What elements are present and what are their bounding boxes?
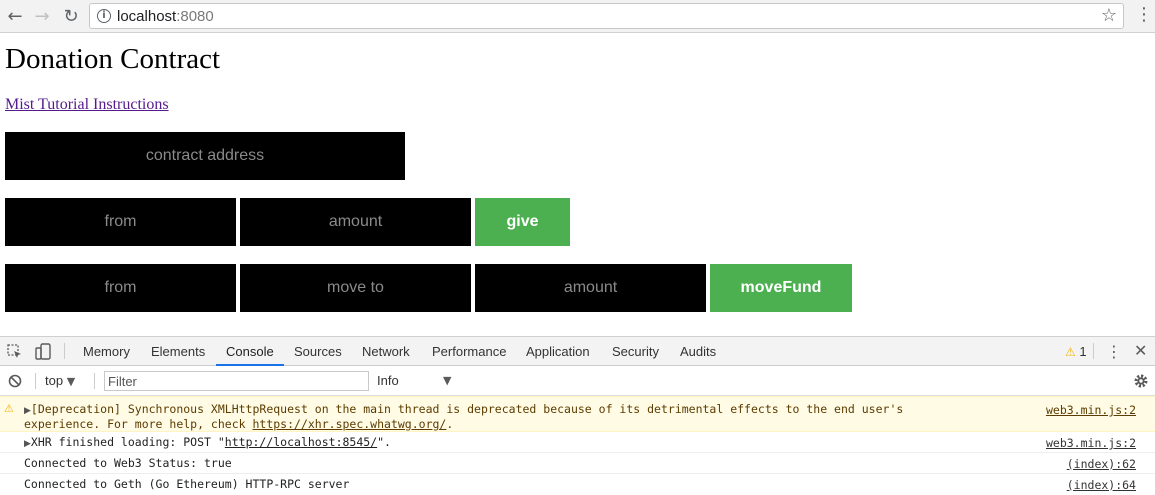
console-filter-bar: top ▼ Info ▼ — [0, 366, 1155, 396]
tab-console[interactable]: Console — [216, 337, 284, 366]
context-value: top — [45, 373, 64, 388]
tab-audits[interactable]: Audits — [680, 337, 716, 366]
contract-address-input[interactable] — [5, 132, 405, 180]
tab-network[interactable]: Network — [362, 337, 410, 366]
give-button[interactable]: give — [475, 198, 570, 246]
console-filter-input[interactable] — [104, 371, 369, 391]
warning-line-2: experience. For more help, check — [24, 417, 253, 431]
xhr-spec-link[interactable]: https://xhr.spec.whatwg.org/ — [252, 417, 446, 431]
tab-memory[interactable]: Memory — [83, 337, 130, 366]
source-link[interactable]: web3.min.js:2 — [1046, 403, 1136, 417]
tab-security[interactable]: Security — [612, 337, 659, 366]
expand-triangle-icon[interactable]: ▶ — [24, 439, 31, 449]
chevron-down-icon: ▼ — [66, 375, 76, 388]
context-selector[interactable]: top ▼ — [45, 373, 75, 388]
console-message[interactable]: ▶XHR finished loading: POST "http://loca… — [0, 432, 1155, 453]
source-link[interactable]: (index):64 — [1067, 478, 1136, 492]
source-link[interactable]: (index):62 — [1067, 457, 1136, 471]
page-title: Donation Contract — [5, 43, 221, 75]
toolbar-divider — [64, 343, 65, 359]
address-bar-url[interactable]: localhost:8080 — [117, 8, 214, 25]
console-message[interactable]: Connected to Web3 Status: true (index):6… — [0, 453, 1155, 474]
tab-sources[interactable]: Sources — [294, 337, 342, 366]
tab-elements[interactable]: Elements — [151, 337, 205, 366]
browser-toolbar: ← → ↻ i localhost:8080 ☆ ⋮ — [0, 0, 1155, 33]
url-port: :8080 — [176, 8, 214, 25]
warning-count: 1 — [1079, 344, 1087, 359]
rpc-url-link[interactable]: http://localhost:8545/ — [225, 435, 377, 449]
toolbar-divider — [94, 373, 95, 389]
reload-icon[interactable]: ↻ — [60, 5, 82, 27]
gear-icon[interactable] — [1133, 373, 1149, 389]
move-fund-button[interactable]: moveFund — [710, 264, 852, 312]
forward-arrow-icon[interactable]: → — [31, 5, 53, 27]
warning-icon: ⚠ — [4, 402, 14, 415]
console-messages: ⚠ ▶[Deprecation] Synchronous XMLHttpRequ… — [0, 396, 1155, 495]
devtools-menu-icon[interactable]: ⋮ — [1106, 342, 1122, 361]
source-link[interactable]: web3.min.js:2 — [1046, 436, 1136, 450]
chevron-down-icon[interactable]: ▼ — [443, 374, 451, 387]
kebab-menu-icon[interactable]: ⋮ — [1135, 5, 1153, 27]
console-message-warning[interactable]: ⚠ ▶[Deprecation] Synchronous XMLHttpRequ… — [0, 396, 1155, 432]
toolbar-divider — [35, 373, 36, 389]
warning-icon: ⚠ — [1065, 345, 1076, 359]
devtools-tabbar: Memory Elements Console Sources Network … — [0, 337, 1155, 366]
xhr-prefix: XHR finished loading: POST " — [30, 435, 225, 449]
console-message-text: ▶XHR finished loading: POST "http://loca… — [24, 436, 1024, 451]
give-amount-input[interactable] — [240, 198, 471, 246]
devtools-panel: Memory Elements Console Sources Network … — [0, 336, 1155, 492]
tab-performance[interactable]: Performance — [432, 337, 506, 366]
site-info-icon[interactable]: i — [97, 9, 111, 23]
console-message-text: Connected to Geth (Go Ethereum) HTTP-RPC… — [24, 477, 350, 491]
xhr-suffix: ". — [377, 435, 391, 449]
inspect-element-icon[interactable] — [7, 344, 23, 360]
back-arrow-icon[interactable]: ← — [4, 5, 26, 27]
device-toolbar-icon[interactable] — [35, 343, 53, 361]
move-from-input[interactable] — [5, 264, 236, 312]
warning-suffix: . — [446, 417, 454, 431]
mist-tutorial-link[interactable]: Mist Tutorial Instructions — [5, 96, 169, 114]
toolbar-divider — [1093, 343, 1094, 359]
url-host: localhost — [117, 8, 177, 25]
warning-line-1: [Deprecation] Synchronous XMLHttpRequest… — [30, 402, 904, 416]
clear-console-icon[interactable] — [8, 374, 22, 388]
close-devtools-icon[interactable]: ✕ — [1134, 341, 1147, 360]
log-level-selector[interactable]: Info — [377, 373, 399, 388]
move-to-input[interactable] — [240, 264, 471, 312]
give-from-input[interactable] — [5, 198, 236, 246]
warning-counter[interactable]: ⚠ 1 — [1065, 337, 1087, 366]
move-amount-input[interactable] — [475, 264, 706, 312]
address-bar[interactable]: i localhost:8080 ☆ — [89, 3, 1124, 29]
tab-application[interactable]: Application — [526, 337, 590, 366]
console-message-text: Connected to Web3 Status: true — [24, 456, 232, 470]
expand-triangle-icon[interactable]: ▶ — [24, 406, 31, 416]
console-message-text: ▶[Deprecation] Synchronous XMLHttpReques… — [24, 403, 1024, 431]
bookmark-star-icon[interactable]: ☆ — [1101, 5, 1117, 26]
